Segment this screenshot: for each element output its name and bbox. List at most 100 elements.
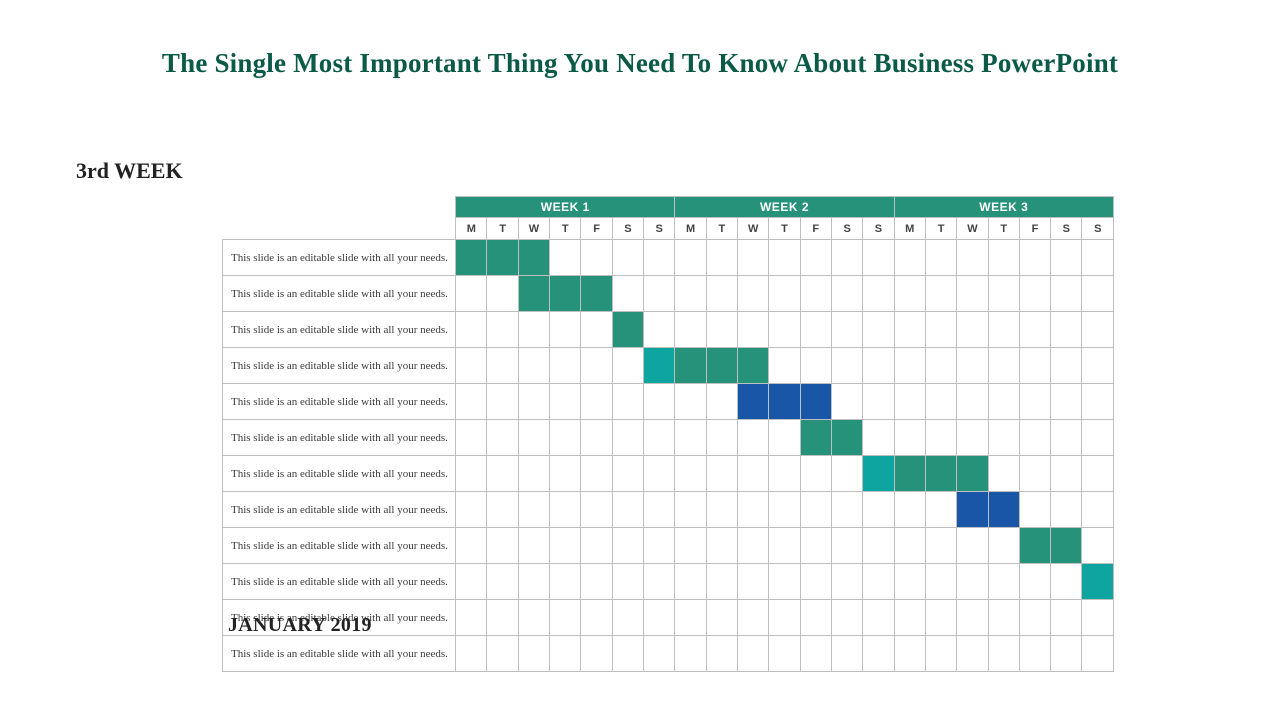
gantt-cell xyxy=(925,312,956,348)
gantt-cell xyxy=(831,348,862,384)
gantt-cell xyxy=(1051,276,1082,312)
gantt-cell xyxy=(487,636,518,672)
gantt-cell xyxy=(831,492,862,528)
gantt-cell xyxy=(863,636,894,672)
gantt-cell xyxy=(831,636,862,672)
gantt-cell xyxy=(581,564,612,600)
gantt-cell xyxy=(644,276,675,312)
gantt-cell xyxy=(612,348,643,384)
day-header: W xyxy=(518,218,549,240)
table-row: This slide is an editable slide with all… xyxy=(223,312,1114,348)
gantt-cell xyxy=(581,420,612,456)
gantt-cell xyxy=(612,420,643,456)
gantt-cell xyxy=(988,456,1019,492)
gantt-cell xyxy=(706,276,737,312)
gantt-cell xyxy=(1051,384,1082,420)
gantt-cell xyxy=(675,348,706,384)
gantt-cell xyxy=(1019,564,1050,600)
gantt-cell xyxy=(1082,420,1114,456)
gantt-cell xyxy=(1082,276,1114,312)
gantt-cell xyxy=(1051,600,1082,636)
gantt-cell xyxy=(581,456,612,492)
gantt-cell xyxy=(518,348,549,384)
task-label: This slide is an editable slide with all… xyxy=(223,636,456,672)
gantt-cell xyxy=(831,564,862,600)
gantt-cell xyxy=(612,636,643,672)
gantt-cell xyxy=(1051,492,1082,528)
gantt-cell xyxy=(1082,492,1114,528)
gantt-cell xyxy=(518,528,549,564)
gantt-cell xyxy=(957,456,988,492)
gantt-cell xyxy=(863,420,894,456)
gantt-cell xyxy=(487,384,518,420)
slide-subtitle: 3rd WEEK xyxy=(76,158,183,184)
gantt-cell xyxy=(644,420,675,456)
gantt-cell xyxy=(863,384,894,420)
gantt-cell xyxy=(800,240,831,276)
gantt-cell xyxy=(738,420,769,456)
gantt-cell xyxy=(1082,636,1114,672)
gantt-cell xyxy=(456,564,487,600)
gantt-cell xyxy=(581,384,612,420)
gantt-cell xyxy=(769,384,800,420)
week-header-3: WEEK 3 xyxy=(894,197,1113,218)
table-row: This slide is an editable slide with all… xyxy=(223,348,1114,384)
gantt-cell xyxy=(518,240,549,276)
gantt-cell xyxy=(769,492,800,528)
gantt-cell xyxy=(456,636,487,672)
gantt-cell xyxy=(487,492,518,528)
gantt-cell xyxy=(988,600,1019,636)
gantt-cell xyxy=(863,348,894,384)
gantt-cell xyxy=(894,420,925,456)
gantt-cell xyxy=(706,528,737,564)
gantt-cell xyxy=(1051,420,1082,456)
gantt-cell xyxy=(487,276,518,312)
gantt-cell xyxy=(769,564,800,600)
gantt-cell xyxy=(550,636,581,672)
gantt-cell xyxy=(800,600,831,636)
gantt-cell xyxy=(988,636,1019,672)
gantt-cell xyxy=(800,456,831,492)
gantt-cell xyxy=(706,384,737,420)
gantt-cell xyxy=(456,384,487,420)
day-header: F xyxy=(581,218,612,240)
gantt-cell xyxy=(738,240,769,276)
gantt-cell xyxy=(550,276,581,312)
gantt-cell xyxy=(550,384,581,420)
gantt-cell xyxy=(988,312,1019,348)
gantt-cell xyxy=(988,384,1019,420)
gantt-cell xyxy=(1082,348,1114,384)
gantt-cell xyxy=(487,240,518,276)
gantt-cell xyxy=(769,420,800,456)
gantt-cell xyxy=(706,420,737,456)
gantt-cell xyxy=(925,564,956,600)
gantt-cell xyxy=(738,312,769,348)
gantt-cell xyxy=(612,456,643,492)
gantt-cell xyxy=(1082,240,1114,276)
day-header: W xyxy=(738,218,769,240)
gantt-cell xyxy=(1082,312,1114,348)
gantt-cell xyxy=(957,348,988,384)
gantt-cell xyxy=(581,636,612,672)
gantt-cell xyxy=(1019,384,1050,420)
gantt-header: WEEK 1 WEEK 2 WEEK 3 M T W T F S S M T W… xyxy=(223,197,1114,240)
gantt-cell xyxy=(831,240,862,276)
gantt-cell xyxy=(925,600,956,636)
gantt-cell xyxy=(988,528,1019,564)
gantt-cell xyxy=(706,564,737,600)
gantt-cell xyxy=(581,240,612,276)
day-header: F xyxy=(800,218,831,240)
gantt-cell xyxy=(612,492,643,528)
gantt-cell xyxy=(894,348,925,384)
gantt-cell xyxy=(863,276,894,312)
week-header-1: WEEK 1 xyxy=(456,197,675,218)
gantt-cell xyxy=(1051,564,1082,600)
gantt-cell xyxy=(863,600,894,636)
gantt-cell xyxy=(769,636,800,672)
gantt-cell xyxy=(581,276,612,312)
gantt-cell xyxy=(456,348,487,384)
gantt-cell xyxy=(518,276,549,312)
task-label: This slide is an editable slide with all… xyxy=(223,564,456,600)
gantt-cell xyxy=(988,564,1019,600)
gantt-cell xyxy=(706,492,737,528)
